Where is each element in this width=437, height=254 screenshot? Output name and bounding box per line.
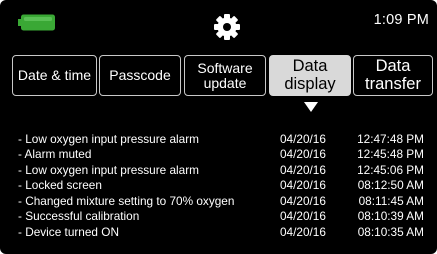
log-message: - Alarm muted [18, 147, 92, 162]
log-message: - Device turned ON [18, 224, 119, 239]
log-date: 04/20/16 [280, 178, 326, 193]
tab-label: Passcode [109, 67, 171, 84]
log-time: 08:11:45 AM [358, 193, 424, 208]
log-entry: - Successful calibration 04/20/16 08:10:… [18, 209, 430, 225]
log-date: 04/20/16 [280, 224, 326, 239]
tab-label: Data transfer [365, 57, 421, 93]
log-entry: - Device turned ON 04/20/16 08:10:35 AM [18, 224, 430, 240]
event-log: - Low oxygen input pressure alarm 04/20/… [18, 131, 430, 240]
log-date: 04/20/16 [280, 209, 326, 224]
log-date: 04/20/16 [280, 147, 326, 162]
log-message: - Successful calibration [18, 209, 140, 224]
log-time: 12:45:48 PM [357, 147, 424, 162]
log-entry: - Changed mixture setting to 70% oxygen … [18, 193, 430, 209]
tab-label: Date & time [17, 67, 92, 84]
log-message: - Low oxygen input pressure alarm [18, 131, 199, 146]
log-time: 12:47:48 PM [357, 131, 424, 146]
device-screen: 1:09 PM Date & time Passcode Software up… [0, 0, 437, 254]
active-tab-pointer-icon [304, 102, 318, 112]
battery-icon [18, 14, 55, 31]
log-entry: - Alarm muted 04/20/16 12:45:48 PM [18, 147, 430, 163]
settings-tabs: Date & time Passcode Software update Dat… [12, 55, 434, 98]
log-date: 04/20/16 [280, 162, 326, 177]
log-date: 04/20/16 [280, 131, 326, 146]
tab-date-time[interactable]: Date & time [12, 55, 97, 96]
log-entry: - Locked screen 04/20/16 08:12:50 AM [18, 178, 430, 194]
tab-data-display[interactable]: Data display [269, 55, 351, 96]
tab-data-transfer[interactable]: Data transfer [353, 55, 433, 96]
log-entry: - Low oxygen input pressure alarm 04/20/… [18, 131, 430, 147]
tab-passcode[interactable]: Passcode [99, 55, 181, 96]
log-time: 08:12:50 AM [357, 178, 424, 193]
log-time: 08:10:35 AM [357, 224, 424, 239]
log-message: - Changed mixture setting to 70% oxygen [18, 193, 235, 208]
log-time: 12:45:06 PM [357, 162, 424, 177]
tab-software-update[interactable]: Software update [184, 55, 266, 96]
clock: 1:09 PM [373, 12, 429, 28]
log-date: 04/20/16 [280, 193, 326, 208]
log-time: 08:10:39 AM [357, 209, 424, 224]
log-message: - Locked screen [18, 178, 102, 193]
tab-label: Software update [197, 59, 253, 91]
log-message: - Low oxygen input pressure alarm [18, 162, 199, 177]
gear-icon[interactable] [212, 12, 242, 42]
log-entry: - Low oxygen input pressure alarm 04/20/… [18, 162, 430, 178]
tab-label: Data display [284, 57, 336, 93]
